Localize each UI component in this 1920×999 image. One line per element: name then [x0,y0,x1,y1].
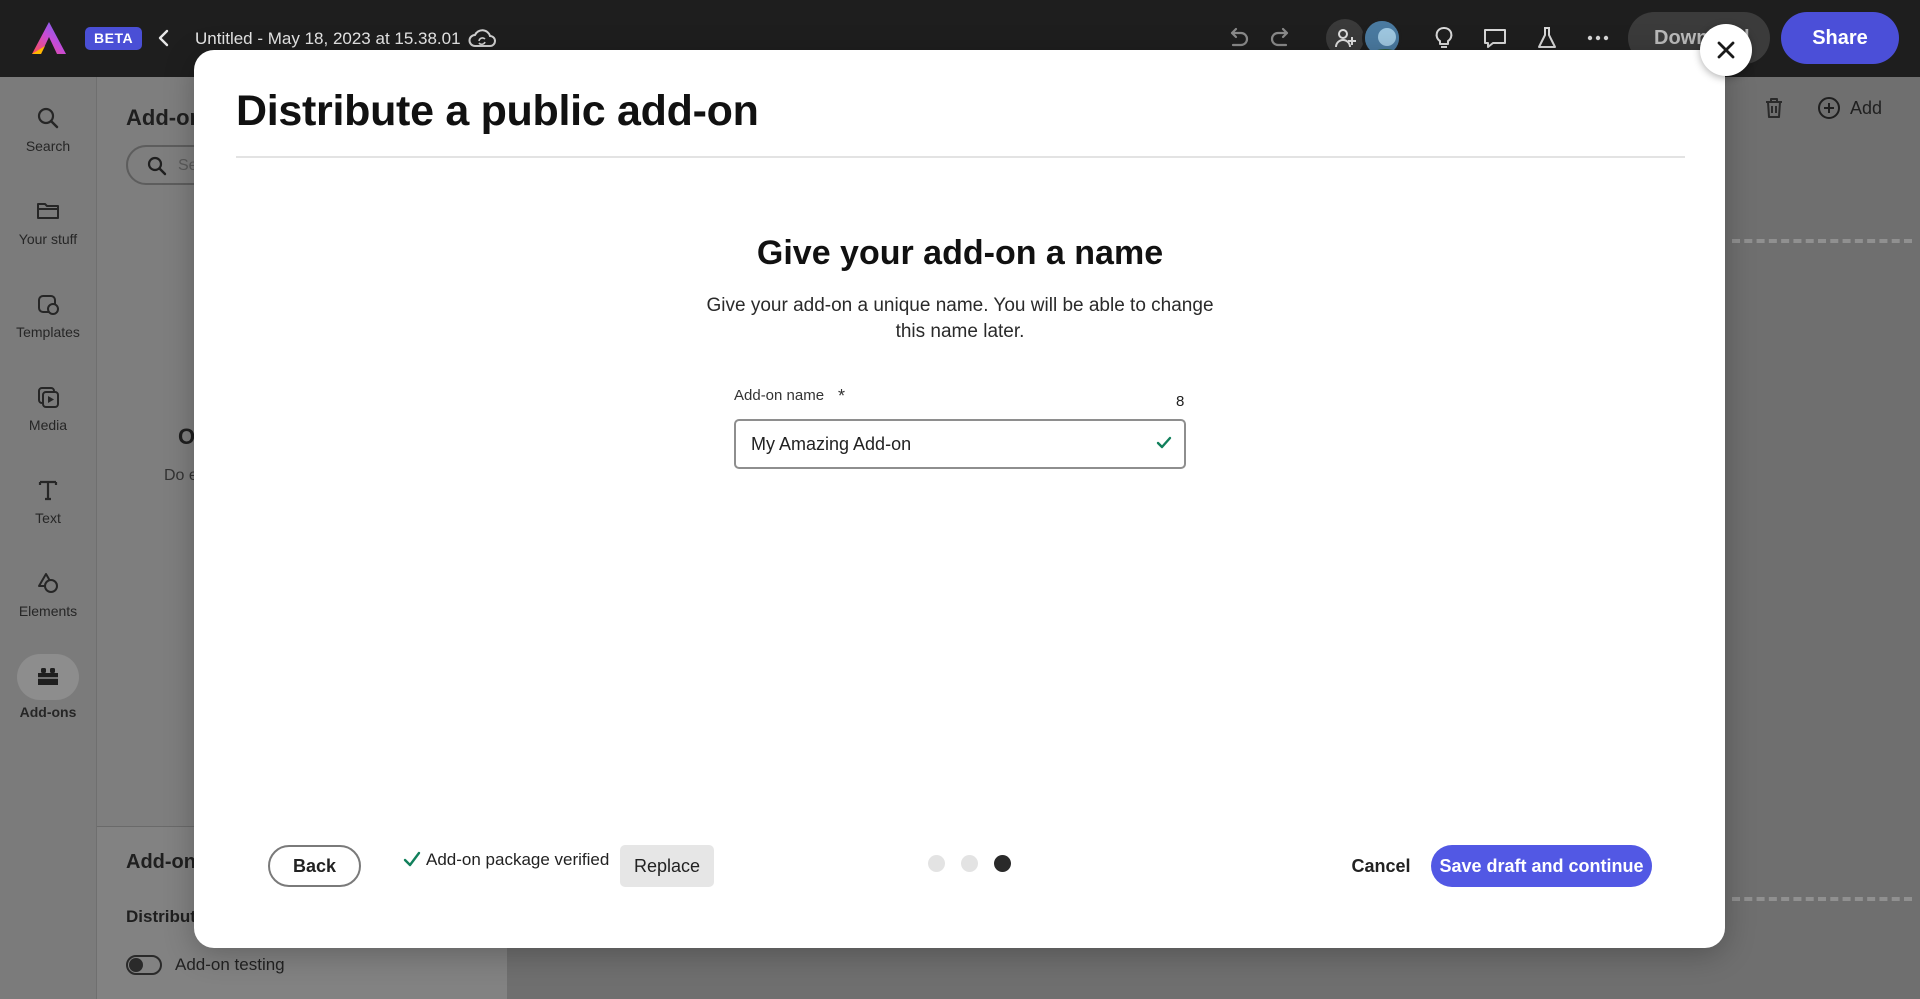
addon-name-label: Add-on name [734,387,825,404]
cancel-button[interactable]: Cancel [1345,845,1417,887]
rail-item-templates[interactable]: Templates [0,290,96,370]
comment-icon[interactable] [1481,24,1509,52]
checkmark-icon [403,851,421,867]
replace-button[interactable]: Replace [620,845,714,887]
close-modal-button[interactable] [1700,24,1752,76]
canvas-dashed-border-top [1732,239,1912,243]
required-indicator: * [838,386,846,406]
add-label: Add [1850,97,1883,118]
share-button[interactable]: Share [1781,12,1899,64]
media-icon [38,387,59,408]
cloud-sync-icon[interactable] [467,25,497,51]
search-icon [37,107,59,129]
folder-icon [37,203,59,219]
character-counter: 8 [1176,393,1185,410]
rail-item-elements[interactable]: Elements [0,569,96,649]
step-title: Give your add-on a name [756,234,1164,272]
elements-icon [38,573,58,593]
step-dot-3 [994,855,1011,872]
rail-item-media[interactable]: Media [0,383,96,463]
back-button[interactable]: Back [268,845,361,887]
panel-empty-text: Do e [164,467,198,484]
package-verified-status: Add-on package verified [402,850,609,870]
rail-item-label: Templates [16,324,80,340]
rail-active-pill [17,654,79,700]
rail-item-label: Add-ons [19,704,77,720]
step-indicator [928,855,1011,872]
modal-divider [236,156,1685,158]
distribute-modal [194,50,1725,948]
step-dot-1 [928,855,945,872]
save-draft-continue-button[interactable]: Save draft and continue [1431,845,1652,887]
adobe-express-logo-icon[interactable] [30,20,68,56]
back-chevron-icon[interactable] [152,26,176,50]
canvas-dashed-border-bottom [1732,897,1912,901]
addon-testing-toggle[interactable] [126,955,162,975]
panel-bottom-title: Add-on [126,851,196,873]
left-rail: Search Your stuff Templates Media Text E… [0,77,96,999]
undo-icon[interactable] [1223,24,1251,52]
rail-item-addons[interactable]: Add-ons [0,654,96,734]
lightbulb-icon[interactable] [1430,24,1458,52]
text-icon [38,480,58,501]
valid-checkmark-icon [1156,436,1172,449]
panel-empty-heading: O [178,424,196,449]
more-options-icon[interactable] [1584,24,1612,52]
rail-item-your-stuff[interactable]: Your stuff [0,197,96,277]
trash-icon[interactable] [1760,94,1788,122]
rail-item-search[interactable]: Search [0,104,96,184]
beta-badge: BETA [85,27,143,50]
step-description: Give your add-on a unique name. You will… [706,295,1214,342]
document-title[interactable]: Untitled - May 18, 2023 at 15.38.01 [195,29,461,49]
rail-item-label: Media [28,417,68,433]
add-person-icon [1335,29,1356,48]
add-circle-icon [1818,97,1840,119]
addon-name-input[interactable] [734,419,1186,469]
verified-text: Add-on package verified [426,850,610,869]
add-page-button[interactable]: Add [1816,94,1882,122]
rail-item-label: Search [25,138,71,154]
addons-icon [38,668,58,685]
addon-testing-label: Add-on testing [175,955,285,974]
rail-item-label: Text [35,510,61,526]
rail-item-label: Your stuff [18,231,78,247]
templates-icon [38,295,59,315]
redo-icon[interactable] [1268,24,1296,52]
search-icon [147,156,167,176]
rail-item-label: Elements [18,603,78,619]
modal-title: Distribute a public add-on [236,87,759,135]
flask-icon[interactable] [1533,24,1561,52]
close-icon [1717,41,1735,59]
step-dot-2 [961,855,978,872]
rail-item-text[interactable]: Text [0,476,96,556]
